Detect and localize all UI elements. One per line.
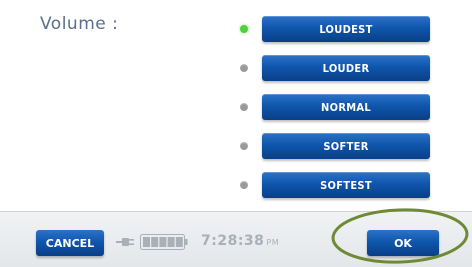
loudest-button[interactable]: LOUDEST (262, 16, 430, 42)
plug-icon (116, 238, 134, 246)
radio-indicator[interactable] (240, 25, 248, 33)
ok-button[interactable]: OK (367, 230, 439, 256)
clock-time: 7:28:38 PM (201, 233, 279, 249)
time-value: 7:28:38 (201, 233, 265, 249)
softer-button[interactable]: SOFTER (262, 133, 430, 159)
softest-button[interactable]: SOFTEST (262, 172, 430, 198)
time-ampm: PM (266, 238, 280, 247)
battery-segment (151, 237, 159, 247)
radio-indicator[interactable] (240, 64, 248, 72)
page-title: Volume : (40, 14, 119, 34)
battery-segment (175, 237, 183, 247)
battery-icon (140, 234, 188, 250)
battery-level (143, 237, 183, 247)
volume-option-normal[interactable]: NORMAL (236, 92, 436, 122)
volume-option-louder[interactable]: LOUDER (236, 53, 436, 83)
battery-segment (143, 237, 150, 247)
radio-indicator[interactable] (240, 142, 248, 150)
volume-option-loudest[interactable]: LOUDEST (236, 14, 436, 44)
volume-option-softer[interactable]: SOFTER (236, 131, 436, 161)
footer-bar: CANCEL 7:28:38 PM OK (0, 211, 472, 267)
volume-option-softest[interactable]: SOFTEST (236, 170, 436, 200)
battery-segment (167, 237, 175, 247)
cancel-button[interactable]: CANCEL (36, 230, 104, 256)
battery-segment (159, 237, 167, 247)
radio-indicator[interactable] (240, 103, 248, 111)
radio-indicator[interactable] (240, 181, 248, 189)
louder-button[interactable]: LOUDER (262, 55, 430, 81)
volume-settings-screen: Volume : LOUDEST LOUDER NORMAL SOFTER SO… (0, 0, 472, 267)
normal-button[interactable]: NORMAL (262, 94, 430, 120)
